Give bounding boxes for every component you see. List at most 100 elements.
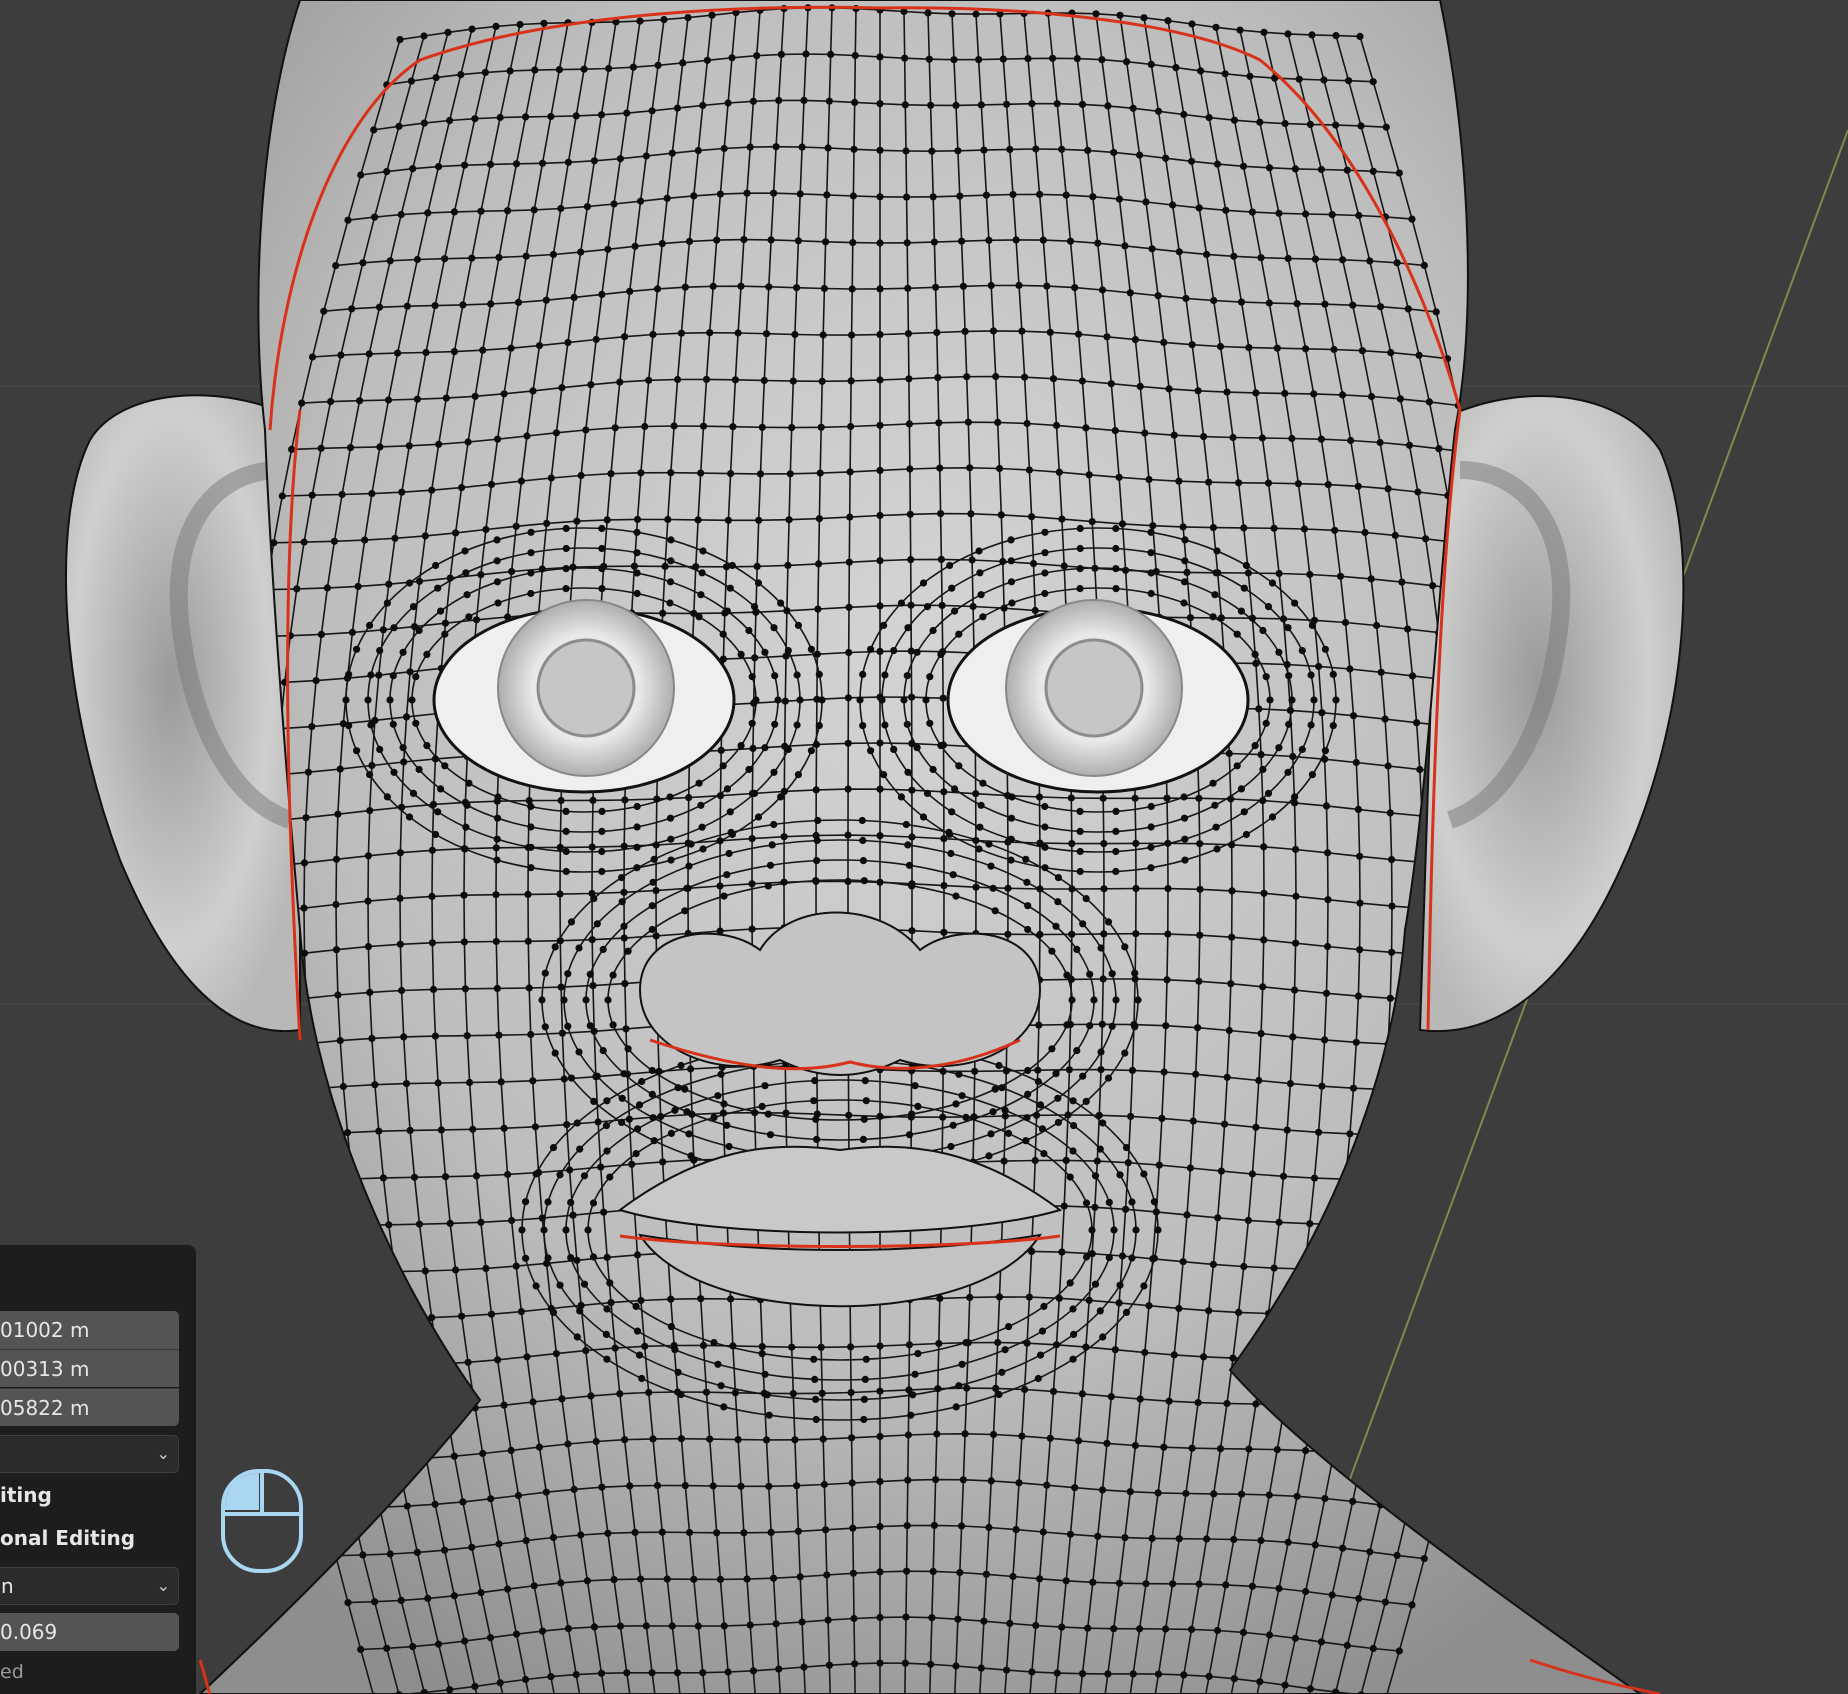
mesh-vertex: [402, 713, 411, 721]
mesh-vertex: [1367, 1221, 1375, 1229]
mesh-vertex: [914, 1350, 922, 1358]
mesh-vertex: [697, 801, 705, 809]
mesh-vertex: [1343, 1641, 1351, 1649]
mesh-vertex: [982, 191, 991, 199]
mesh-vertex: [1300, 1265, 1308, 1273]
connected-only-label[interactable]: onal Editing: [0, 1526, 135, 1550]
mesh-vertex: [848, 285, 856, 293]
mesh-vertex: [1036, 190, 1044, 198]
mesh-vertex: [452, 529, 460, 537]
mesh-vertex: [493, 984, 501, 993]
move-y-field[interactable]: 00313 m: [0, 1349, 179, 1387]
mesh-vertex: [1005, 1323, 1013, 1331]
mesh-vertex: [985, 236, 993, 244]
adjust-last-operation-panel[interactable]: 01002 m 00313 m 05822 m ⌄ iting onal Edi…: [0, 1245, 196, 1694]
mesh-vertex: [1381, 1598, 1389, 1606]
mesh-vertex: [948, 584, 956, 592]
mesh-vertex: [1466, 1179, 1474, 1187]
mesh-vertex: [1015, 1479, 1023, 1487]
mesh-vertex: [364, 696, 372, 704]
mesh-vertex: [698, 823, 706, 831]
mesh-vertex: [1294, 1310, 1302, 1318]
mesh-vertex: [1180, 578, 1189, 586]
mesh-vertex: [724, 516, 733, 524]
mesh-vertex: [1041, 528, 1049, 536]
mesh-vertex: [1332, 121, 1340, 129]
mesh-vertex: [658, 1528, 666, 1536]
mesh-vertex: [904, 1431, 913, 1439]
mesh-vertex: [781, 697, 789, 705]
3d-viewport[interactable]: [0, 0, 1848, 1694]
mesh-vertex: [629, 63, 638, 71]
mesh-vertex: [403, 1502, 411, 1510]
mesh-vertex: [1121, 242, 1129, 250]
mesh-vertex: [385, 580, 393, 588]
mesh-vertex: [442, 394, 450, 402]
mesh-vertex: [357, 171, 365, 179]
mesh-vertex: [1163, 794, 1171, 802]
mesh-vertex: [517, 1308, 526, 1316]
nose: [638, 911, 1042, 1076]
mesh-vertex: [507, 344, 515, 352]
head-mesh-render[interactable]: [0, 0, 1848, 1694]
move-x-field[interactable]: 01002 m: [0, 1311, 179, 1349]
falloff-dropdown[interactable]: n ⌄: [0, 1567, 179, 1605]
proportional-editing-label[interactable]: iting: [0, 1483, 52, 1507]
mesh-vertex: [1384, 485, 1392, 493]
move-z-field[interactable]: 05822 m: [0, 1388, 179, 1426]
mesh-vertex: [626, 287, 634, 295]
mesh-vertex: [1324, 896, 1332, 904]
mesh-vertex: [1212, 823, 1220, 831]
mesh-vertex: [278, 1319, 286, 1327]
mesh-vertex: [876, 1659, 884, 1667]
mesh-vertex: [598, 867, 606, 876]
mesh-vertex: [530, 206, 538, 214]
mesh-vertex: [753, 562, 761, 571]
mesh-vertex: [1108, 1022, 1116, 1030]
mesh-vertex: [1268, 813, 1277, 821]
mesh-vertex: [648, 1090, 656, 1098]
mesh-vertex: [1195, 204, 1203, 212]
projected-label[interactable]: ed: [0, 1661, 24, 1683]
mesh-vertex: [567, 1074, 576, 1082]
mesh-vertex: [1292, 845, 1300, 854]
mesh-vertex: [273, 1043, 281, 1051]
mesh-vertex: [679, 59, 687, 67]
mesh-vertex: [876, 1432, 884, 1440]
mesh-vertex: [446, 1686, 454, 1694]
mesh-vertex: [812, 1115, 820, 1123]
mesh-vertex: [764, 1110, 772, 1118]
mesh-vertex: [1339, 1402, 1347, 1411]
mesh-vertex: [462, 823, 470, 831]
mesh-vertex: [1295, 75, 1303, 83]
mesh-vertex: [434, 808, 442, 816]
mesh-vertex: [1332, 31, 1340, 40]
mesh-vertex: [551, 943, 559, 951]
mesh-vertex: [487, 480, 496, 488]
mesh-vertex: [1355, 1595, 1363, 1603]
mesh-vertex: [664, 515, 672, 524]
mesh-vertex: [876, 1477, 884, 1486]
mesh-vertex: [524, 937, 532, 945]
mesh-vertex: [1149, 522, 1157, 530]
mesh-vertex: [441, 630, 449, 638]
mesh-vertex: [336, 765, 344, 773]
mesh-vertex: [667, 469, 675, 477]
orientation-dropdown[interactable]: ⌄: [0, 1435, 179, 1473]
mesh-vertex: [390, 624, 398, 632]
mesh-vertex: [761, 648, 769, 656]
mesh-vertex: [717, 746, 725, 755]
mesh-vertex: [1227, 795, 1235, 803]
mesh-vertex: [772, 143, 780, 151]
mesh-vertex: [1257, 254, 1265, 262]
proportional-size-field[interactable]: 0.069: [0, 1613, 179, 1651]
mesh-vertex: [819, 331, 827, 339]
mesh-vertex: [1355, 211, 1363, 220]
mesh-vertex: [1085, 471, 1093, 479]
mesh-vertex: [925, 55, 933, 63]
mesh-vertex: [577, 471, 585, 480]
mesh-vertex: [800, 1663, 808, 1671]
mesh-vertex: [697, 469, 705, 477]
mesh-vertex: [1196, 885, 1204, 893]
mesh-vertex: [1058, 515, 1066, 523]
